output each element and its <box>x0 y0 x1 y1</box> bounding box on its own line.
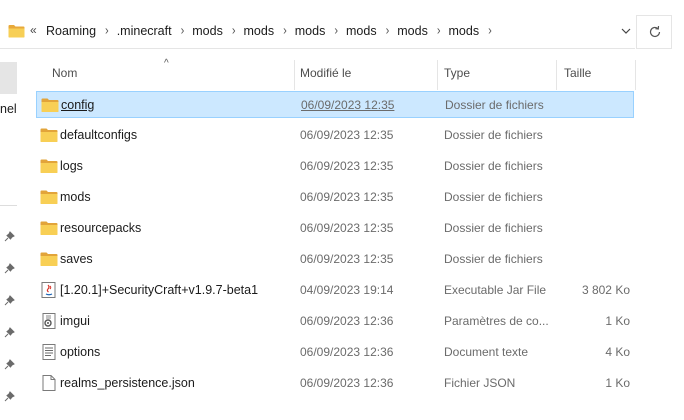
column-modified[interactable]: Modifié le <box>295 60 437 90</box>
folder-icon <box>40 127 58 143</box>
file-row[interactable]: mods 06/09/2023 12:35 Dossier de fichiers <box>36 184 634 211</box>
breadcrumb-separator-icon[interactable]: › <box>437 24 441 38</box>
file-name[interactable]: saves <box>60 252 93 266</box>
breadcrumb-separator-icon[interactable]: › <box>386 24 390 38</box>
breadcrumb-separator-icon[interactable]: › <box>334 24 338 38</box>
navigation-pane: nel <box>0 50 19 420</box>
column-label: Taille <box>564 66 592 80</box>
breadcrumb-separator-icon[interactable]: › <box>488 24 492 38</box>
column-header: ^ Nom Modifié le Type Taille <box>36 58 636 90</box>
breadcrumb-separator-icon[interactable]: › <box>283 24 287 38</box>
folder-icon <box>40 158 58 174</box>
folder-icon <box>40 189 58 205</box>
file-row[interactable]: config 06/09/2023 12:35 Dossier de fichier… <box>36 91 634 118</box>
file-type: Paramètres de co... <box>444 314 549 328</box>
nav-item-label[interactable]: nel <box>0 102 17 116</box>
pin-icon <box>4 231 15 242</box>
pin-icon <box>4 295 15 306</box>
file-modified: 06/09/2023 12:35 <box>300 128 394 142</box>
breadcrumb-item[interactable]: .minecraft <box>117 24 172 38</box>
file-modified: 06/09/2023 12:36 <box>300 376 394 390</box>
file-type: Dossier de fichiers <box>444 252 543 266</box>
file-size: 1 Ko <box>605 376 630 390</box>
file-row[interactable]: realms_persistence.json 06/09/2023 12:36 F… <box>36 370 634 397</box>
file-type: Dossier de fichiers <box>444 190 543 204</box>
file-size: 3 802 Ko <box>581 283 630 297</box>
pin-icon <box>4 359 15 370</box>
file-type: Executable Jar File <box>444 283 547 297</box>
pin-icon <box>4 327 15 338</box>
breadcrumb-item[interactable]: mods <box>346 24 377 38</box>
file-modified: 04/09/2023 19:14 <box>300 283 394 297</box>
breadcrumb-separator-icon[interactable]: › <box>232 24 236 38</box>
file-name[interactable]: resourcepacks <box>60 221 141 235</box>
breadcrumb-item[interactable]: Roaming <box>46 24 96 38</box>
column-label: Nom <box>52 66 78 80</box>
column-label: Type <box>444 66 471 80</box>
divider <box>0 205 17 206</box>
folder-icon <box>41 97 59 113</box>
file-size: 1 Ko <box>605 314 630 328</box>
java-jar-icon <box>40 282 58 298</box>
file-name[interactable]: config <box>61 98 94 112</box>
file-name[interactable]: [1.20.1]+SecurityCraft+v1.9.7-beta1 <box>60 283 258 297</box>
overflow-chevron-icon[interactable]: « <box>30 23 37 37</box>
file-row[interactable]: resourcepacks 06/09/2023 12:35 Dossier de … <box>36 215 634 242</box>
file-row[interactable]: saves 06/09/2023 12:35 Dossier de fichiers <box>36 246 634 273</box>
breadcrumb-separator-icon[interactable]: › <box>105 24 109 38</box>
breadcrumb: Roaming › .minecraft › mods › mods › mod… <box>46 24 500 38</box>
file-type: Document texte <box>444 345 529 359</box>
file-type: Dossier de fichiers <box>445 98 544 112</box>
file-type: Fichier JSON <box>444 376 516 390</box>
column-label: Modifié le <box>300 66 352 80</box>
file-modified: 06/09/2023 12:35 <box>300 221 394 235</box>
column-name[interactable]: Nom <box>36 60 294 90</box>
file-row[interactable]: defaultconfigs 06/09/2023 12:35 Dossier de… <box>36 122 634 149</box>
file-modified: 06/09/2023 12:35 <box>300 252 394 266</box>
file-row[interactable]: options 06/09/2023 12:36 Document texte 4 K… <box>36 339 634 366</box>
pin-icon <box>4 263 15 274</box>
file-modified: 06/09/2023 12:35 <box>301 98 395 112</box>
file-row[interactable]: [1.20.1]+SecurityCraft+v1.9.7-beta1 04/09… <box>36 277 634 304</box>
json-file-icon <box>40 375 58 391</box>
column-size[interactable]: Taille <box>557 60 635 90</box>
folder-icon <box>40 220 58 236</box>
file-type: Dossier de fichiers <box>444 128 543 142</box>
file-type: Dossier de fichiers <box>444 159 543 173</box>
refresh-button[interactable] <box>636 15 672 49</box>
file-name[interactable]: logs <box>60 159 83 173</box>
folder-icon <box>40 251 58 267</box>
settings-file-icon <box>40 313 58 329</box>
file-name[interactable]: options <box>60 345 100 359</box>
file-size: 4 Ko <box>605 345 630 359</box>
breadcrumb-item[interactable]: mods <box>397 24 428 38</box>
file-modified: 06/09/2023 12:35 <box>300 190 394 204</box>
breadcrumb-item[interactable]: mods <box>449 24 480 38</box>
breadcrumb-item[interactable]: mods <box>192 24 223 38</box>
nav-item-selected[interactable] <box>0 62 17 94</box>
folder-icon <box>8 25 25 38</box>
file-type: Dossier de fichiers <box>444 221 543 235</box>
chevron-down-icon[interactable] <box>620 25 632 37</box>
file-row[interactable]: logs 06/09/2023 12:35 Dossier de fichiers <box>36 153 634 180</box>
pin-icon <box>4 391 15 402</box>
file-row[interactable]: imgui 06/09/2023 12:36 Paramètres de co...… <box>36 308 634 335</box>
file-name[interactable]: realms_persistence.json <box>60 376 195 390</box>
column-resize-handle[interactable] <box>635 60 636 90</box>
file-name[interactable]: defaultconfigs <box>60 128 137 142</box>
file-modified: 06/09/2023 12:36 <box>300 314 394 328</box>
address-bar[interactable]: « Roaming › .minecraft › mods › mods › m… <box>0 15 635 49</box>
refresh-icon <box>649 25 661 38</box>
file-name[interactable]: imgui <box>60 314 90 328</box>
breadcrumb-separator-icon[interactable]: › <box>181 24 185 38</box>
file-modified: 06/09/2023 12:35 <box>300 159 394 173</box>
column-type[interactable]: Type <box>438 60 556 90</box>
file-modified: 06/09/2023 12:36 <box>300 345 394 359</box>
text-file-icon <box>40 344 58 360</box>
breadcrumb-item[interactable]: mods <box>244 24 275 38</box>
file-name[interactable]: mods <box>60 190 91 204</box>
breadcrumb-item[interactable]: mods <box>295 24 326 38</box>
